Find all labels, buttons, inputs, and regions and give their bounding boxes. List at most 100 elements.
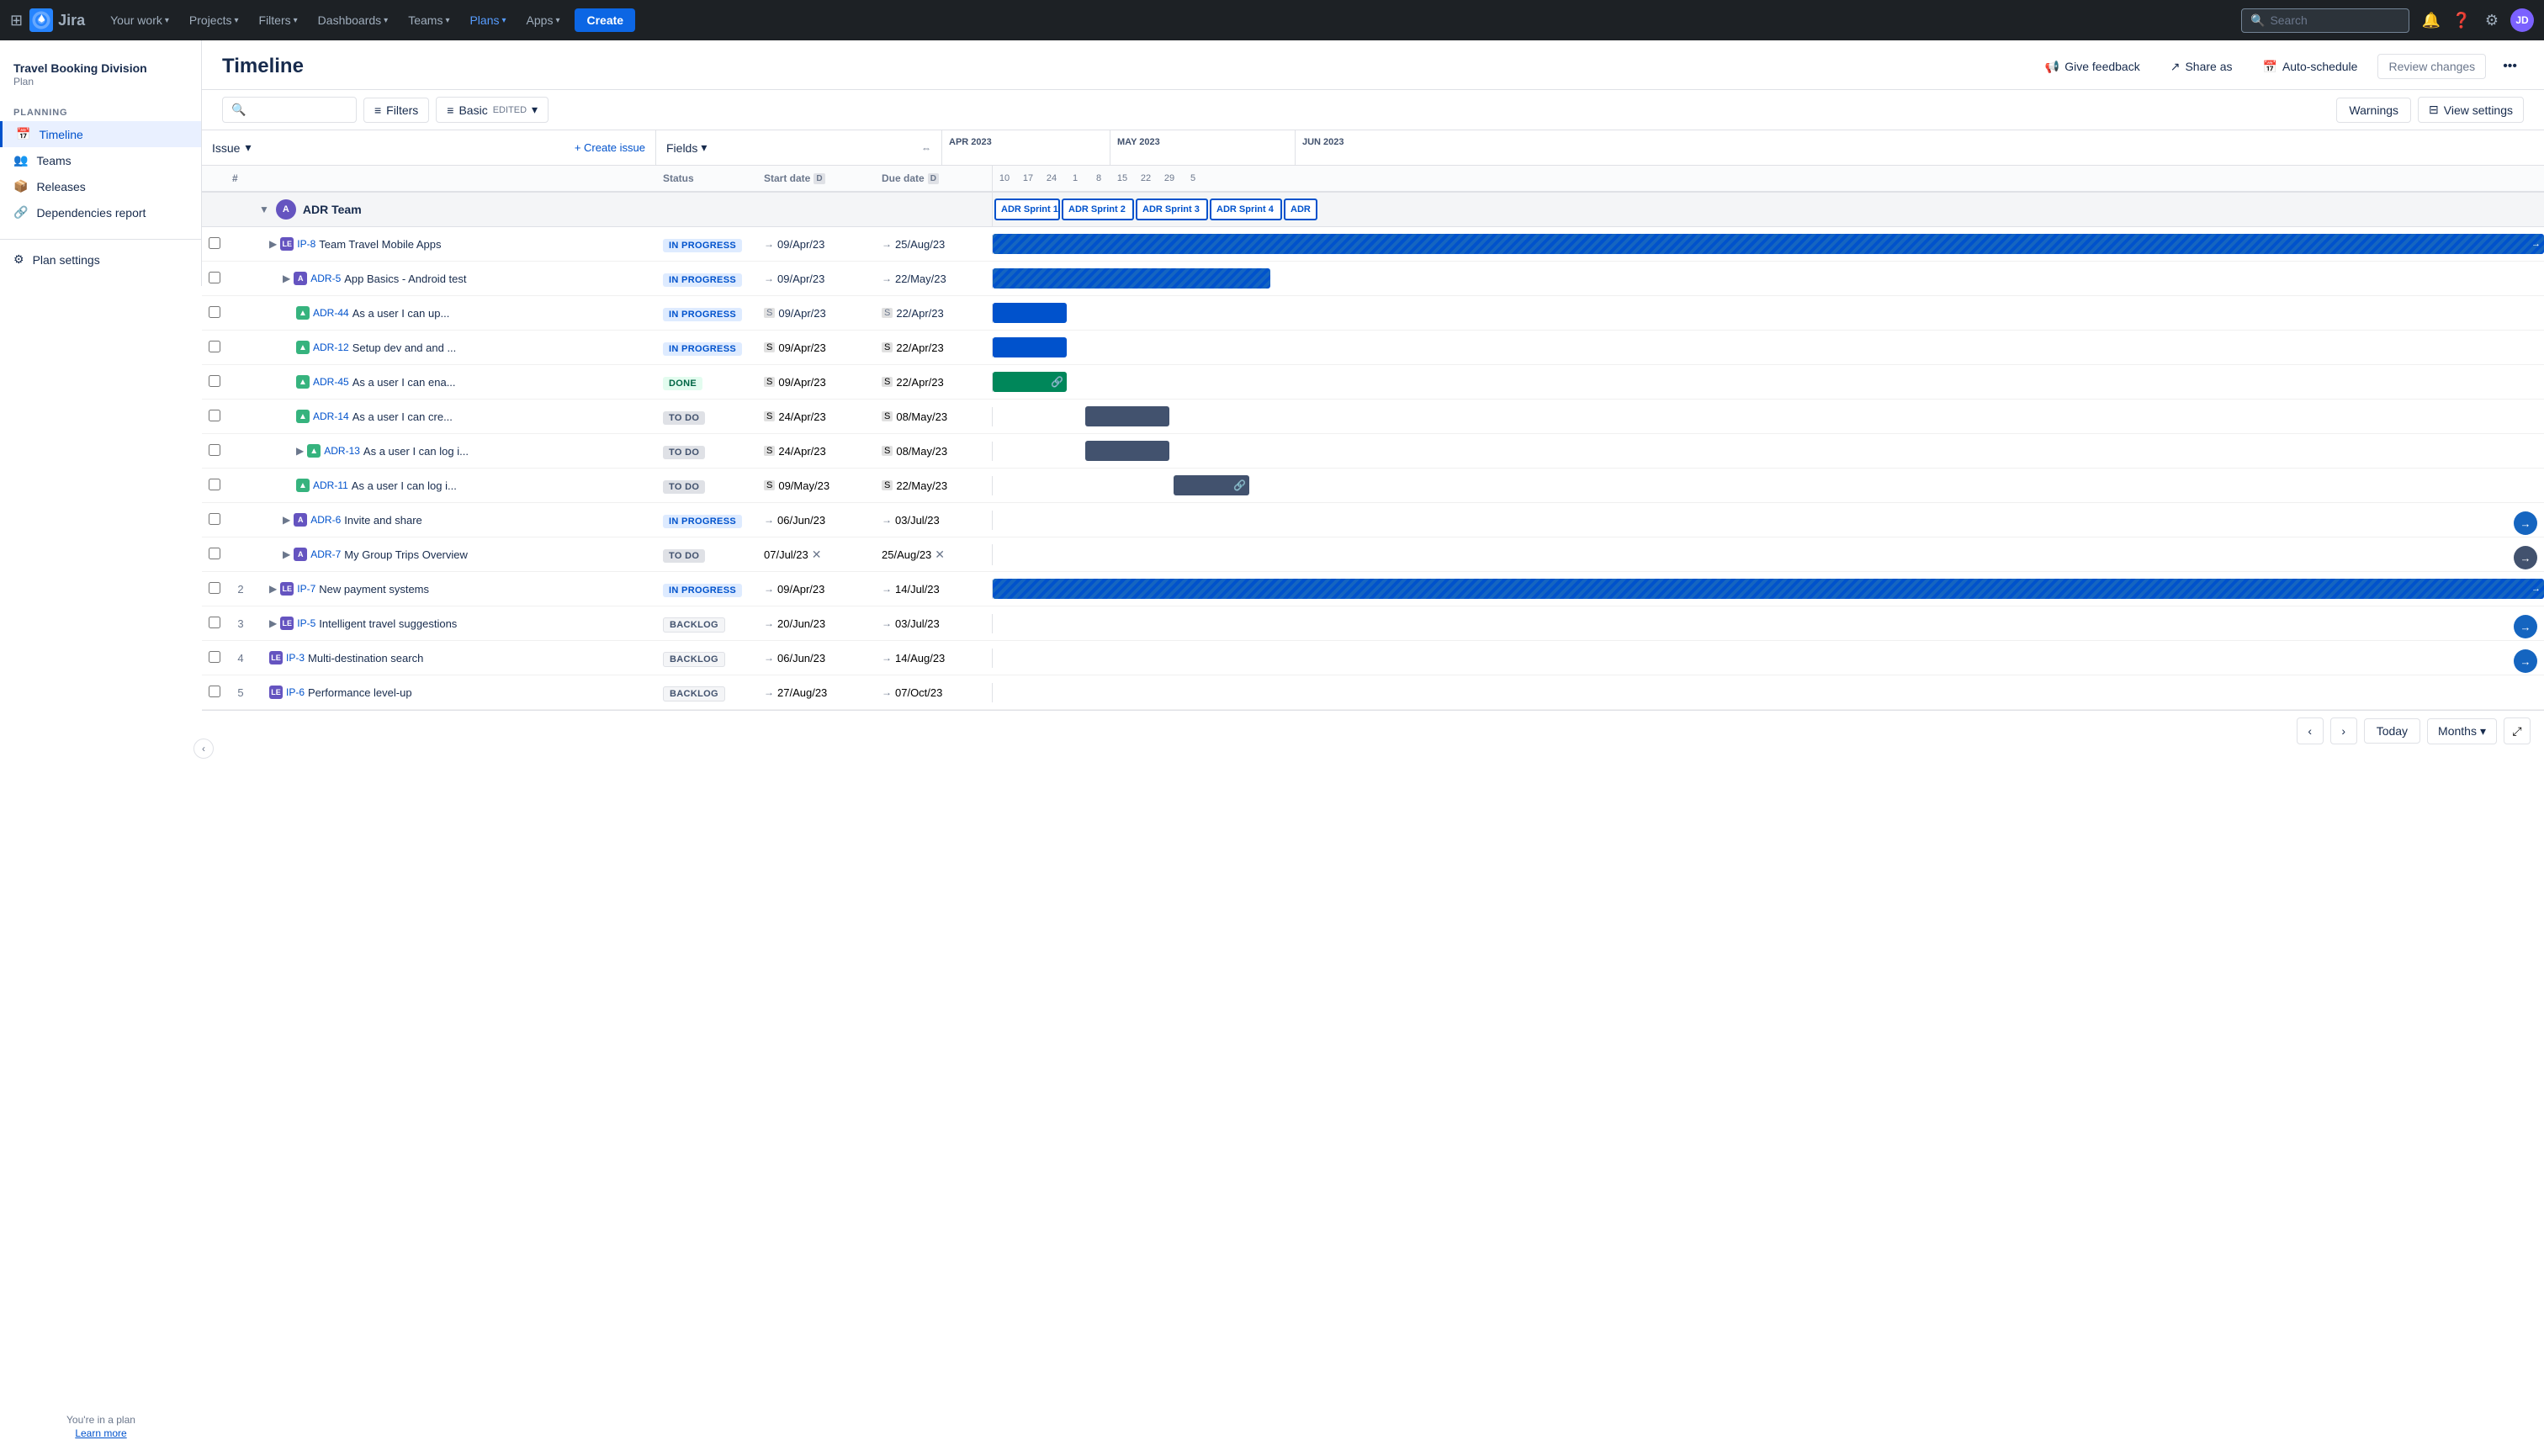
- issue-name[interactable]: Setup dev and and ...: [352, 341, 457, 354]
- issue-col-header[interactable]: Issue ▾: [202, 134, 564, 161]
- review-changes-button[interactable]: Review changes: [2377, 54, 2486, 79]
- row-checkbox[interactable]: [209, 306, 220, 318]
- settings-icon[interactable]: ⚙: [2480, 8, 2504, 32]
- timeline-container[interactable]: Issue ▾ + Create issue Fields ▾ ⇔ APR 20…: [202, 130, 2544, 1456]
- timeline-search-box[interactable]: 🔍: [222, 97, 357, 123]
- project-name: Travel Booking Division: [13, 61, 188, 76]
- row-checkbox[interactable]: [209, 410, 220, 421]
- issue-key[interactable]: ADR-5: [310, 273, 341, 284]
- nav-plans[interactable]: Plans ▾: [461, 10, 514, 30]
- issue-name[interactable]: Performance level-up: [308, 686, 412, 699]
- issue-name[interactable]: As a user I can log i...: [352, 479, 457, 492]
- row-checkbox[interactable]: [209, 686, 220, 697]
- expand-icon[interactable]: ▶: [269, 238, 277, 250]
- issue-name[interactable]: My Group Trips Overview: [344, 548, 468, 561]
- expand-icon[interactable]: ▶: [283, 273, 290, 284]
- user-avatar[interactable]: JD: [2510, 8, 2534, 32]
- nav-dashboards[interactable]: Dashboards ▾: [310, 10, 397, 30]
- issue-key[interactable]: ADR-44: [313, 307, 349, 319]
- collapse-arrow[interactable]: ▼: [259, 204, 269, 215]
- give-feedback-button[interactable]: 📢 Give feedback: [2035, 55, 2150, 79]
- top-nav: ⊞ Jira Your work ▾ Projects ▾ Filters ▾ …: [0, 0, 2544, 40]
- issue-key[interactable]: ADR-12: [313, 341, 349, 353]
- expand-icon[interactable]: ▶: [296, 445, 304, 457]
- issue-key[interactable]: ADR-13: [324, 445, 360, 457]
- row-checkbox[interactable]: [209, 272, 220, 283]
- nav-teams[interactable]: Teams ▾: [400, 10, 458, 30]
- issue-name[interactable]: As a user I can log i...: [363, 445, 469, 458]
- sidebar-item-plan-settings[interactable]: ⚙ Plan settings: [0, 246, 201, 273]
- issue-name[interactable]: App Basics - Android test: [344, 273, 466, 285]
- expand-icon[interactable]: ▶: [269, 617, 277, 629]
- row-checkbox[interactable]: [209, 237, 220, 249]
- issue-key[interactable]: ADR-45: [313, 376, 349, 388]
- issue-name[interactable]: As a user I can cre...: [352, 410, 453, 423]
- issue-key[interactable]: ADR-14: [313, 410, 349, 422]
- row-checkbox[interactable]: [209, 513, 220, 525]
- row-checkbox[interactable]: [209, 479, 220, 490]
- issue-name[interactable]: As a user I can ena...: [352, 376, 456, 389]
- gantt-next-button[interactable]: ›: [2330, 717, 2357, 744]
- clear-due-icon[interactable]: ✕: [935, 548, 945, 562]
- issue-name[interactable]: Multi-destination search: [308, 652, 423, 664]
- create-button[interactable]: Create: [575, 8, 635, 32]
- more-options-button[interactable]: •••: [2496, 54, 2524, 79]
- clear-date-icon[interactable]: ✕: [812, 548, 822, 562]
- expand-icon[interactable]: ▶: [283, 548, 290, 560]
- grid-icon[interactable]: ⊞: [10, 12, 23, 29]
- issue-key[interactable]: ADR-6: [310, 514, 341, 526]
- nav-filters[interactable]: Filters ▾: [251, 10, 306, 30]
- auto-schedule-button[interactable]: 📅 Auto-schedule: [2253, 55, 2368, 79]
- nav-projects[interactable]: Projects ▾: [181, 10, 247, 30]
- issue-key[interactable]: IP-7: [297, 583, 315, 595]
- expand-icon[interactable]: ▶: [269, 583, 277, 595]
- nav-apps[interactable]: Apps ▾: [518, 10, 569, 30]
- expand-cols-icon[interactable]: ⇔: [921, 142, 931, 154]
- months-dropdown[interactable]: Months ▾: [2427, 718, 2497, 744]
- issue-key[interactable]: IP-5: [297, 617, 315, 629]
- row-checkbox[interactable]: [209, 375, 220, 387]
- filters-button[interactable]: ≡ Filters: [363, 98, 429, 123]
- row-checkbox[interactable]: [209, 341, 220, 352]
- warnings-button[interactable]: Warnings: [2336, 98, 2411, 123]
- basic-button[interactable]: ≡ Basic EDITED ▾: [436, 97, 549, 123]
- fields-col-header[interactable]: Fields ▾ ⇔: [656, 130, 942, 165]
- row-checkbox[interactable]: [209, 444, 220, 456]
- view-settings-button[interactable]: ⊟ View settings: [2418, 97, 2524, 123]
- row-checkbox[interactable]: [209, 617, 220, 628]
- status-badge: TO DO: [663, 549, 705, 563]
- help-icon[interactable]: ❓: [2450, 8, 2473, 32]
- search-box[interactable]: 🔍 Search: [2241, 8, 2409, 33]
- create-issue-button[interactable]: + Create issue: [564, 136, 655, 159]
- nav-logo[interactable]: Jira: [29, 8, 85, 32]
- expand-icon[interactable]: ▶: [283, 514, 290, 526]
- notifications-icon[interactable]: 🔔: [2419, 8, 2443, 32]
- issue-key[interactable]: IP-8: [297, 238, 315, 250]
- sidebar-item-dependencies[interactable]: 🔗 Dependencies report: [0, 199, 201, 225]
- row-checkbox[interactable]: [209, 582, 220, 594]
- nav-your-work[interactable]: Your work ▾: [102, 10, 178, 30]
- issue-key[interactable]: IP-3: [286, 652, 305, 664]
- learn-more-link[interactable]: Learn more: [75, 1427, 126, 1439]
- issue-key[interactable]: ADR-11: [313, 479, 348, 491]
- issue-name[interactable]: New payment systems: [319, 583, 429, 596]
- issue-key[interactable]: IP-6: [286, 686, 305, 698]
- issue-key[interactable]: ADR-7: [310, 548, 341, 560]
- issue-name[interactable]: Intelligent travel suggestions: [319, 617, 457, 630]
- row-checkbox[interactable]: [209, 548, 220, 559]
- gantt-prev-button[interactable]: ‹: [2297, 717, 2324, 744]
- issue-name[interactable]: Team Travel Mobile Apps: [319, 238, 441, 251]
- sidebar-item-timeline[interactable]: 📅 Timeline: [0, 121, 201, 147]
- issue-name[interactable]: Invite and share: [344, 514, 422, 527]
- issue-name[interactable]: As a user I can up...: [352, 307, 450, 320]
- chevron-down-icon: ▾: [532, 103, 538, 117]
- fullscreen-button[interactable]: ⤢: [2504, 717, 2531, 744]
- sidebar-item-releases[interactable]: 📦 Releases: [0, 173, 201, 199]
- today-button[interactable]: Today: [2364, 718, 2420, 744]
- collapse-sidebar-button[interactable]: ‹: [193, 739, 214, 759]
- adr-team-cell: ▼ A ADR Team: [252, 193, 656, 226]
- sidebar-item-teams[interactable]: 👥 Teams: [0, 147, 201, 173]
- row-checkbox[interactable]: [209, 651, 220, 663]
- status-badge: BACKLOG: [663, 617, 725, 633]
- share-as-button[interactable]: ↗ Share as: [2160, 55, 2243, 79]
